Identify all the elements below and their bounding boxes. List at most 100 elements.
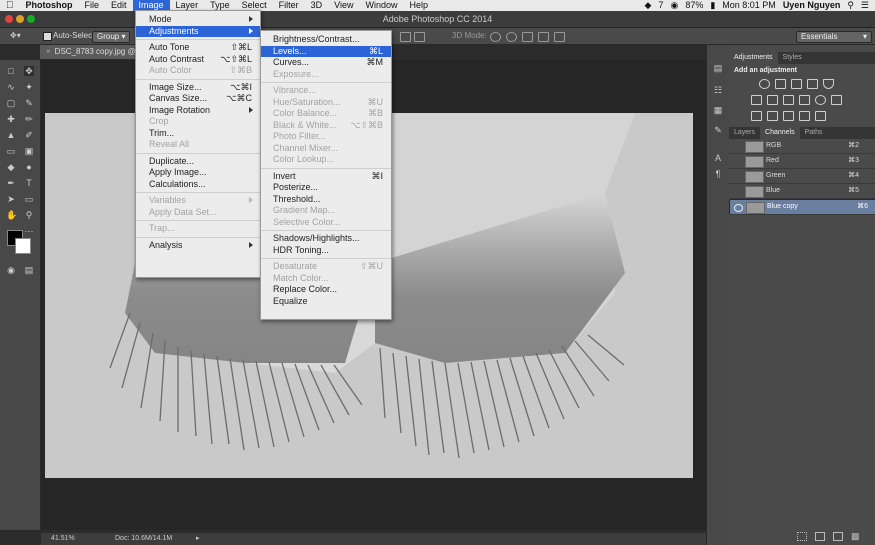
- align-distribute-icon[interactable]: [400, 32, 411, 42]
- close-tab-icon[interactable]: ×: [46, 47, 51, 56]
- blur-tool-icon[interactable]: ◆: [6, 162, 16, 172]
- visibility-toggle-icon[interactable]: [733, 158, 740, 164]
- quick-select-tool-icon[interactable]: ✦: [24, 82, 34, 92]
- apple-icon[interactable]: : [0, 0, 20, 11]
- eyedropper-tool-icon[interactable]: ✎: [24, 98, 34, 108]
- menu-item-invert[interactable]: Invert ⌘I: [261, 171, 391, 182]
- edit-toolbar-icon[interactable]: ⋯: [24, 226, 34, 236]
- history-panel-icon[interactable]: ▤: [713, 63, 723, 73]
- black-white-icon[interactable]: [783, 95, 794, 105]
- menu-item-hdr-toning[interactable]: HDR Toning...: [261, 245, 391, 256]
- exposure-icon[interactable]: [807, 79, 818, 89]
- list-icon[interactable]: ☰: [861, 0, 869, 11]
- tab-layers[interactable]: Layers: [729, 127, 760, 139]
- clock[interactable]: Mon 8:01 PM: [722, 0, 776, 11]
- type-tool-icon[interactable]: T: [24, 178, 34, 188]
- tab-channels[interactable]: Channels: [760, 127, 800, 139]
- color-lookup-icon[interactable]: [831, 95, 842, 105]
- menu-item-curves[interactable]: Curves... ⌘M: [261, 57, 391, 68]
- zoom-tool-icon[interactable]: ⚲: [24, 210, 34, 220]
- menu-item-equalize[interactable]: Equalize: [261, 296, 391, 307]
- wifi-icon[interactable]: ◉: [670, 0, 678, 11]
- visibility-toggle-icon[interactable]: [733, 173, 740, 179]
- posterize-icon[interactable]: [767, 111, 778, 121]
- menu-item-threshold[interactable]: Threshold...: [261, 194, 391, 205]
- menu-item-auto-tone[interactable]: Auto Tone ⇧⌘L: [136, 42, 260, 53]
- status-menu-arrow-icon[interactable]: ▸: [196, 533, 200, 545]
- user-name[interactable]: Uyen Nguyen: [783, 0, 841, 11]
- menu-item-shadows-highlights[interactable]: Shadows/Highlights...: [261, 233, 391, 244]
- minimize-window-icon[interactable]: [16, 15, 24, 23]
- levels-icon[interactable]: [775, 79, 786, 89]
- brush-tool-icon[interactable]: ✏: [24, 114, 34, 124]
- workspace-switcher[interactable]: Essentials ▾: [796, 31, 872, 43]
- menu-file[interactable]: File: [79, 0, 106, 11]
- brush-panel-icon[interactable]: ✎: [713, 125, 723, 135]
- zoom-level[interactable]: 41.51%: [51, 533, 75, 545]
- visibility-toggle-icon[interactable]: [733, 143, 740, 149]
- eraser-tool-icon[interactable]: ▭: [6, 146, 16, 156]
- menu-item-apply-image[interactable]: Apply Image...: [136, 167, 260, 178]
- channel-row-blue-copy[interactable]: Blue copy ⌘6: [729, 199, 875, 215]
- dropbox-icon[interactable]: ◆: [645, 0, 652, 11]
- zoom-window-icon[interactable]: [27, 15, 35, 23]
- shape-tool-icon[interactable]: ▭: [24, 194, 34, 204]
- menu-filter[interactable]: Filter: [273, 0, 305, 11]
- 3d-roll-icon[interactable]: [506, 32, 517, 42]
- tab-styles[interactable]: Styles: [778, 52, 807, 64]
- dodge-tool-icon[interactable]: ●: [24, 162, 34, 172]
- selective-color-icon[interactable]: [815, 111, 826, 121]
- menu-item-brightness-contrast[interactable]: Brightness/Contrast...: [261, 34, 391, 45]
- gradient-tool-icon[interactable]: ▣: [24, 146, 34, 156]
- menu-window[interactable]: Window: [359, 0, 403, 11]
- menu-item-canvas-size[interactable]: Canvas Size... ⌥⌘C: [136, 93, 260, 104]
- channel-row-blue[interactable]: Blue ⌘5: [729, 184, 875, 199]
- menu-view[interactable]: View: [328, 0, 359, 11]
- eye-icon[interactable]: [734, 204, 743, 212]
- screen-mode-icon[interactable]: ▤: [24, 265, 34, 275]
- history-brush-tool-icon[interactable]: ✐: [24, 130, 34, 140]
- tab-adjustments[interactable]: Adjustments: [729, 52, 778, 64]
- menu-item-posterize[interactable]: Posterize...: [261, 182, 391, 193]
- move-tool-icon[interactable]: ✥▾: [10, 28, 21, 44]
- channel-mixer-icon[interactable]: [815, 95, 826, 105]
- color-balance-icon[interactable]: [767, 95, 778, 105]
- 3d-rotate-icon[interactable]: [490, 32, 501, 42]
- search-icon[interactable]: ⚲: [847, 0, 854, 11]
- menu-item-analysis[interactable]: Analysis: [136, 240, 260, 251]
- menu-item-image-size[interactable]: Image Size... ⌥⌘I: [136, 82, 260, 93]
- gradient-map-icon[interactable]: [799, 111, 810, 121]
- character-panel-icon[interactable]: A: [713, 153, 723, 163]
- menu-edit[interactable]: Edit: [105, 0, 133, 11]
- menu-item-mode[interactable]: Mode: [136, 14, 260, 25]
- tab-paths[interactable]: Paths: [800, 127, 828, 139]
- clone-stamp-tool-icon[interactable]: ▲: [6, 130, 16, 140]
- trash-icon[interactable]: ▩: [851, 531, 860, 542]
- menu-help[interactable]: Help: [403, 0, 434, 11]
- auto-select-checkbox[interactable]: [43, 32, 52, 41]
- menu-item-calculations[interactable]: Calculations...: [136, 179, 260, 190]
- photo-filter-icon[interactable]: [799, 95, 810, 105]
- pen-tool-icon[interactable]: ✒: [6, 178, 16, 188]
- 3d-pan-icon[interactable]: [522, 32, 533, 42]
- menu-app-name[interactable]: Photoshop: [20, 0, 79, 11]
- curves-icon[interactable]: [791, 79, 802, 89]
- threshold-icon[interactable]: [783, 111, 794, 121]
- marquee-tool-icon[interactable]: □: [6, 66, 16, 76]
- lasso-tool-icon[interactable]: ∿: [6, 82, 16, 92]
- swatches-panel-icon[interactable]: ▦: [713, 105, 723, 115]
- paragraph-panel-icon[interactable]: ¶: [713, 169, 723, 179]
- menu-3d[interactable]: 3D: [305, 0, 329, 11]
- save-selection-icon[interactable]: [815, 532, 825, 541]
- battery-icon[interactable]: ▮: [710, 0, 715, 11]
- quick-mask-icon[interactable]: ◉: [6, 265, 16, 275]
- document-tab[interactable]: × DSC_8783 copy.jpg @: [40, 45, 143, 59]
- new-channel-icon[interactable]: [833, 532, 843, 541]
- 3d-scale-icon[interactable]: [554, 32, 565, 42]
- visibility-toggle-icon[interactable]: [733, 188, 740, 194]
- menu-item-auto-contrast[interactable]: Auto Contrast ⌥⇧⌘L: [136, 54, 260, 65]
- hue-saturation-icon[interactable]: [751, 95, 762, 105]
- auto-select-dropdown[interactable]: Group ▾: [92, 31, 131, 43]
- channel-row-rgb[interactable]: RGB ⌘2: [729, 139, 875, 154]
- menu-item-image-rotation[interactable]: Image Rotation: [136, 105, 260, 116]
